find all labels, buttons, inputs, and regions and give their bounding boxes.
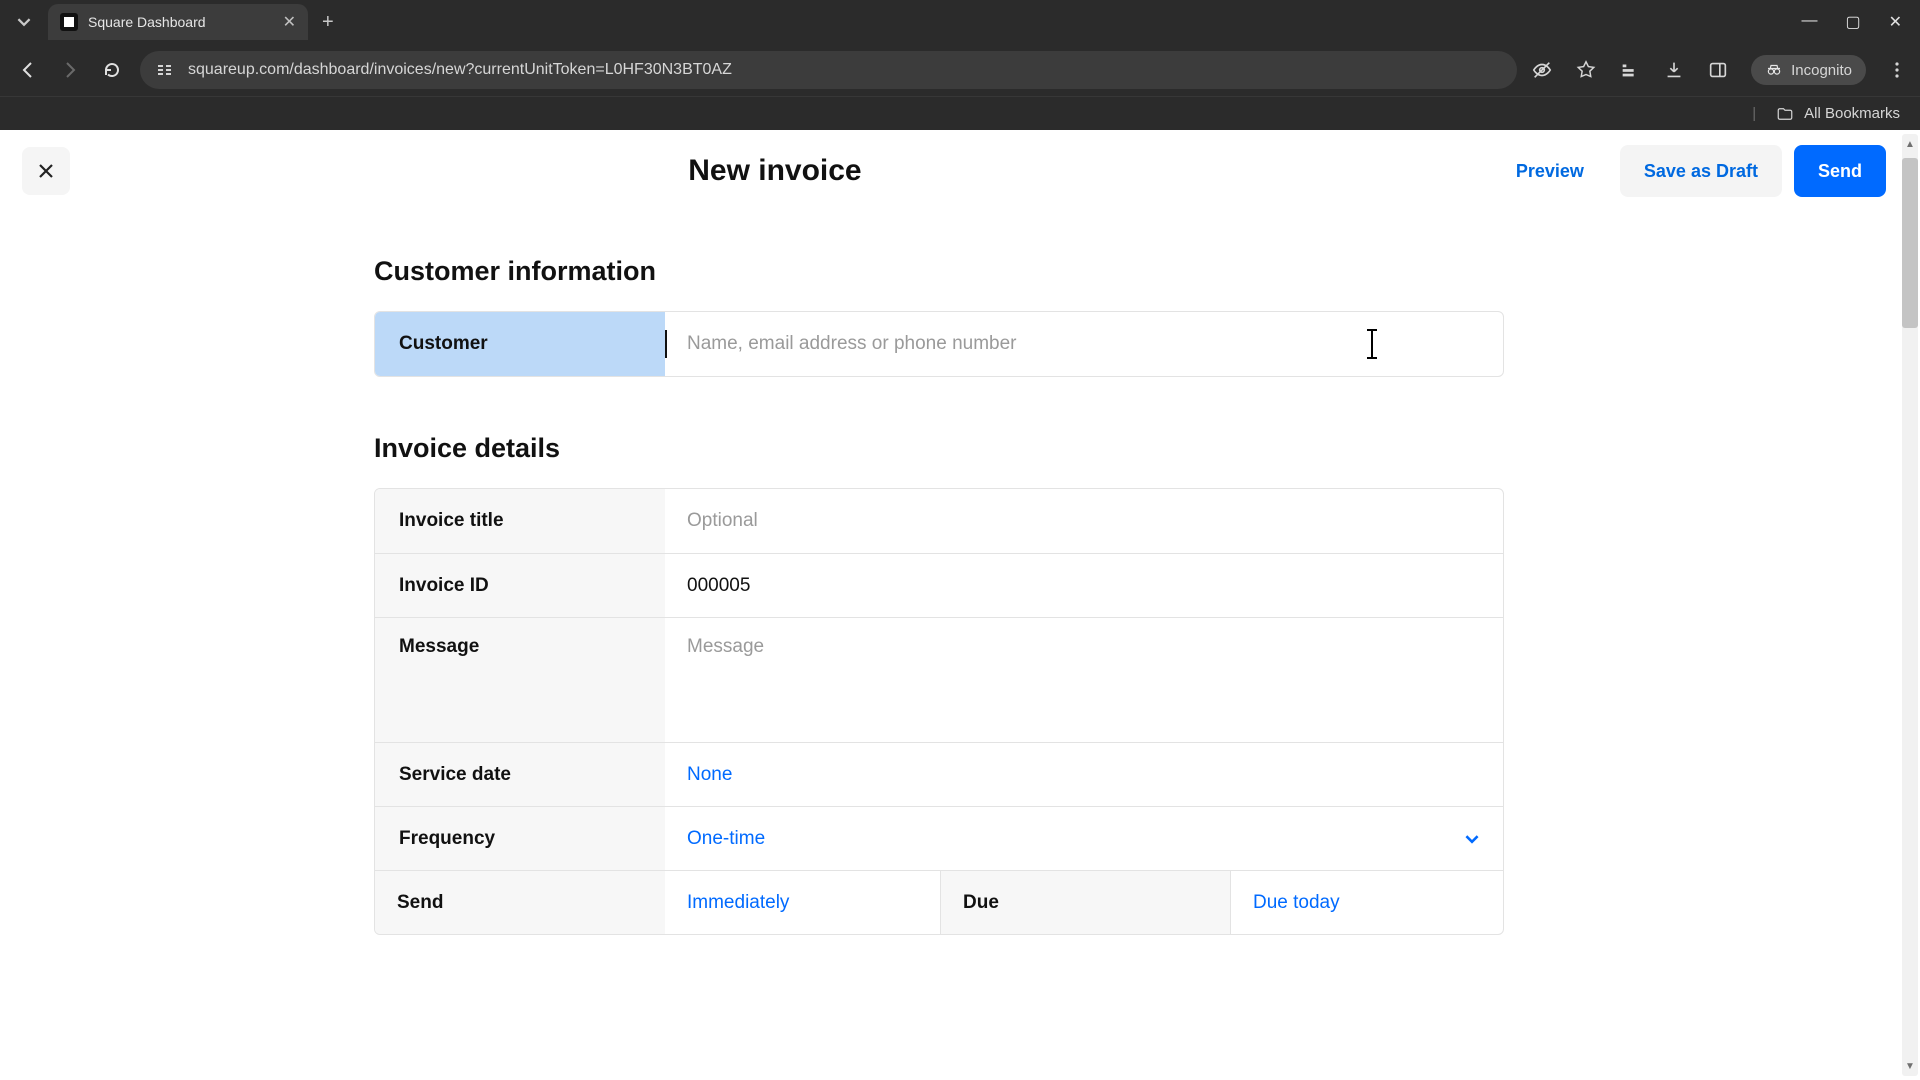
media-control-icon[interactable]	[1619, 59, 1641, 81]
minimize-icon[interactable]: —	[1801, 12, 1817, 32]
invoice-id-row: Invoice ID	[375, 553, 1503, 617]
incognito-badge[interactable]: Incognito	[1751, 55, 1866, 85]
text-cursor-icon	[1371, 331, 1373, 357]
arrow-right-icon	[60, 60, 80, 80]
frequency-label: Frequency	[375, 807, 665, 870]
close-icon	[36, 161, 56, 181]
app-header: New invoice Preview Save as Draft Send	[0, 130, 1920, 212]
page-title: New invoice	[70, 154, 1480, 188]
address-bar[interactable]: squareup.com/dashboard/invoices/new?curr…	[140, 51, 1517, 89]
scroll-up-icon[interactable]: ▲	[1902, 136, 1918, 152]
invoice-details-heading: Invoice details	[374, 433, 1504, 464]
invoice-title-label: Invoice title	[375, 489, 665, 553]
close-window-icon[interactable]: ✕	[1889, 12, 1902, 32]
customer-info-heading: Customer information	[374, 256, 1504, 287]
browser-chrome: Square Dashboard ✕ + — ▢ ✕ squareup.com/…	[0, 0, 1920, 130]
message-label: Message	[375, 618, 665, 742]
scroll-down-icon[interactable]: ▼	[1902, 1058, 1918, 1074]
customer-value-cell	[665, 312, 1503, 376]
incognito-icon	[1765, 61, 1783, 79]
folder-icon	[1776, 105, 1794, 123]
send-label: Send	[375, 871, 665, 934]
message-input[interactable]	[687, 636, 1481, 724]
tab-close-icon[interactable]: ✕	[283, 12, 296, 32]
service-date-label: Service date	[375, 743, 665, 806]
invoice-title-input[interactable]	[687, 510, 1481, 532]
window-controls: — ▢ ✕	[1801, 12, 1920, 32]
frequency-value: One-time	[687, 828, 765, 850]
frequency-row: Frequency One-time	[375, 806, 1503, 870]
page-content: New invoice Preview Save as Draft Send C…	[0, 130, 1920, 1080]
tab-search-dropdown[interactable]	[6, 4, 42, 40]
close-button[interactable]	[22, 147, 70, 195]
message-row: Message	[375, 617, 1503, 742]
customer-info-table: Customer	[374, 311, 1504, 377]
browser-toolbar: squareup.com/dashboard/invoices/new?curr…	[0, 44, 1920, 96]
preview-button[interactable]: Preview	[1492, 145, 1608, 197]
due-value[interactable]: Due today	[1253, 892, 1340, 914]
service-date-value[interactable]: None	[687, 764, 732, 786]
new-tab-button[interactable]: +	[322, 11, 334, 34]
reload-button[interactable]	[98, 56, 126, 84]
eye-off-icon[interactable]	[1531, 59, 1553, 81]
invoice-details-table: Invoice title Invoice ID Message Service…	[374, 488, 1504, 935]
side-panel-icon[interactable]	[1707, 59, 1729, 81]
menu-icon[interactable]	[1888, 61, 1906, 79]
due-label: Due	[940, 871, 1230, 934]
chevron-down-icon	[17, 15, 31, 29]
scrollbar-thumb[interactable]	[1902, 158, 1918, 328]
customer-label: Customer	[375, 312, 665, 376]
download-icon[interactable]	[1663, 59, 1685, 81]
invoice-id-label: Invoice ID	[375, 554, 665, 617]
frequency-select[interactable]: One-time	[665, 807, 1503, 870]
toolbar-right: Incognito	[1531, 55, 1906, 85]
url-text: squareup.com/dashboard/invoices/new?curr…	[188, 61, 732, 79]
arrow-left-icon	[18, 60, 38, 80]
site-settings-icon[interactable]	[154, 61, 176, 79]
incognito-label: Incognito	[1791, 62, 1852, 79]
customer-input[interactable]	[687, 333, 1481, 355]
invoice-title-row: Invoice title	[375, 489, 1503, 553]
invoice-id-input[interactable]	[687, 575, 1481, 597]
save-draft-button[interactable]: Save as Draft	[1620, 145, 1782, 197]
send-button[interactable]: Send	[1794, 145, 1886, 197]
send-due-row: Send Immediately Due Due today	[375, 870, 1503, 934]
tab-strip: Square Dashboard ✕ + — ▢ ✕	[0, 0, 1920, 44]
reload-icon	[102, 60, 122, 80]
back-button[interactable]	[14, 56, 42, 84]
service-date-row: Service date None	[375, 742, 1503, 806]
bookmarks-bar: | All Bookmarks	[0, 96, 1920, 130]
tab-title: Square Dashboard	[88, 14, 273, 30]
bookmarks-divider: |	[1752, 105, 1756, 122]
browser-tab[interactable]: Square Dashboard ✕	[48, 4, 308, 40]
all-bookmarks-link[interactable]: All Bookmarks	[1804, 105, 1900, 122]
square-favicon	[60, 13, 78, 31]
text-caret	[665, 330, 667, 358]
forward-button[interactable]	[56, 56, 84, 84]
chevron-down-icon	[1465, 832, 1479, 846]
form-container: Customer information Customer Invoice de…	[374, 256, 1504, 935]
send-value[interactable]: Immediately	[687, 892, 789, 914]
star-icon[interactable]	[1575, 59, 1597, 81]
maximize-icon[interactable]: ▢	[1845, 12, 1860, 32]
customer-row: Customer	[375, 312, 1503, 376]
